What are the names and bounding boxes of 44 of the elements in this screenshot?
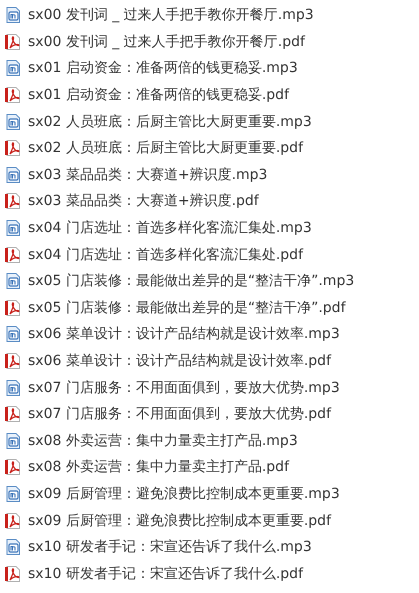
audio-file-icon xyxy=(4,112,22,131)
file-name[interactable]: sx02 人员班底：后厨主管比大厨更重要.pdf xyxy=(28,139,303,158)
audio-file-icon xyxy=(4,59,22,78)
audio-file-icon xyxy=(4,484,22,503)
file-name[interactable]: sx01 启动资金：准备两倍的钱更稳妥.mp3 xyxy=(28,59,298,78)
audio-file-icon xyxy=(4,325,22,344)
file-name[interactable]: sx05 门店装修：最能做出差异的是“整洁干净”.mp3 xyxy=(28,272,354,290)
pdf-file-icon xyxy=(4,32,22,51)
file-name[interactable]: sx01 启动资金：准备两倍的钱更稳妥.pdf xyxy=(28,86,289,104)
file-name[interactable]: sx10 研发者手记：宋宣还告诉了我什么.mp3 xyxy=(28,538,312,556)
file-name[interactable]: sx07 门店服务：不用面面俱到，要放大优势.pdf xyxy=(28,405,331,424)
audio-file-icon xyxy=(4,272,22,290)
pdf-file-icon xyxy=(4,86,22,104)
pdf-file-icon xyxy=(4,458,22,476)
audio-file-icon xyxy=(4,378,22,397)
pdf-file-icon xyxy=(4,298,22,317)
file-name[interactable]: sx04 门店选址：首选多样化客流汇集处.mp3 xyxy=(28,219,312,238)
pdf-file-icon xyxy=(4,246,22,264)
file-name[interactable]: sx00 发刊词 _ 过来人手把手教你开餐厅.pdf xyxy=(28,32,305,51)
audio-file-icon xyxy=(4,538,22,556)
file-name[interactable]: sx10 研发者手记：宋宣还告诉了我什么.pdf xyxy=(28,564,303,583)
file-name[interactable]: sx02 人员班底：后厨主管比大厨更重要.mp3 xyxy=(28,112,312,131)
file-name[interactable]: sx08 外卖运营：集中力量卖主打产品.mp3 xyxy=(28,432,298,450)
file-name[interactable]: sx06 菜单设计：设计产品结构就是设计效率.pdf xyxy=(28,352,331,370)
file-name[interactable]: sx06 菜单设计：设计产品结构就是设计效率.mp3 xyxy=(28,325,340,344)
file-name[interactable]: sx09 后厨管理：避免浪费比控制成本更重要.pdf xyxy=(28,512,331,530)
pdf-file-icon xyxy=(4,512,22,530)
file-name[interactable]: sx04 门店选址：首选多样化客流汇集处.pdf xyxy=(28,246,303,264)
audio-file-icon xyxy=(4,166,22,184)
audio-file-icon xyxy=(4,219,22,238)
file-name[interactable]: sx00 发刊词 _ 过来人手把手教你开餐厅.mp3 xyxy=(28,6,314,24)
file-name[interactable]: sx09 后厨管理：避免浪费比控制成本更重要.mp3 xyxy=(28,484,340,503)
file-name[interactable]: sx08 外卖运营：集中力量卖主打产品.pdf xyxy=(28,458,289,476)
audio-file-icon xyxy=(4,6,22,24)
file-name[interactable]: sx05 门店装修：最能做出差异的是“整洁干净”.pdf xyxy=(28,298,346,317)
pdf-file-icon xyxy=(4,352,22,370)
pdf-file-icon xyxy=(4,564,22,583)
pdf-file-icon xyxy=(4,139,22,158)
file-name[interactable]: sx07 门店服务：不用面面俱到，要放大优势.mp3 xyxy=(28,378,340,397)
file-name[interactable]: sx03 菜品品类：大赛道+辨识度.mp3 xyxy=(28,166,268,184)
file-name[interactable]: sx03 菜品品类：大赛道+辨识度.pdf xyxy=(28,192,259,210)
audio-file-icon xyxy=(4,432,22,450)
pdf-file-icon xyxy=(4,192,22,210)
pdf-file-icon xyxy=(4,405,22,424)
